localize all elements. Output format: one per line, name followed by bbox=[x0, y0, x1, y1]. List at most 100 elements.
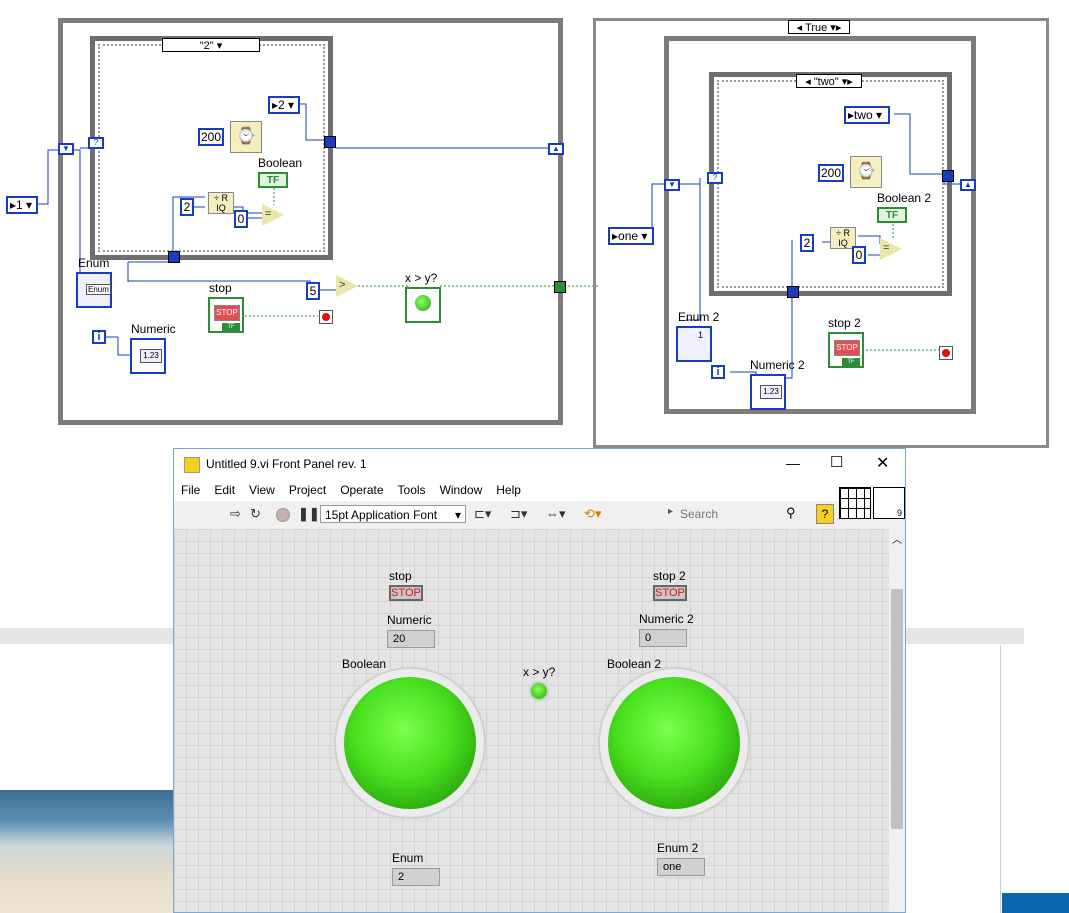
connector-pane[interactable] bbox=[839, 487, 871, 519]
zero-constant[interactable]: 0 bbox=[234, 210, 248, 228]
numeric-terminal[interactable]: 1.23 bbox=[130, 338, 166, 374]
compare-constant-value: 5 bbox=[309, 284, 317, 298]
vi-icon[interactable]: 9 bbox=[873, 487, 905, 519]
right-inner-selector-label: "two" bbox=[813, 76, 839, 88]
right-wait-function[interactable]: ⌚ bbox=[850, 156, 882, 188]
menu-tools[interactable]: Tools bbox=[398, 479, 426, 501]
search-input[interactable] bbox=[678, 505, 790, 523]
menu-help[interactable]: Help bbox=[496, 479, 521, 501]
fp-enum-label: Enum bbox=[392, 851, 424, 865]
enum-terminal-icon: Enum bbox=[86, 284, 111, 295]
while-enum-constant-value: 1 bbox=[16, 198, 23, 212]
while-enum-constant[interactable]: ▸1 ▾ bbox=[6, 196, 38, 214]
stop-terminal[interactable]: STOP TF bbox=[208, 297, 244, 333]
loop-condition-stop2[interactable] bbox=[939, 346, 953, 360]
right-outer-enum-constant[interactable]: ▸one ▾ bbox=[608, 227, 654, 245]
right-divisor-constant[interactable]: 2 bbox=[800, 234, 814, 252]
abort-icon[interactable] bbox=[276, 508, 290, 522]
quotient-remainder-function[interactable]: ÷ R IQ bbox=[208, 192, 234, 214]
loop-condition-stop[interactable] bbox=[319, 310, 333, 324]
font-select[interactable]: 15pt Application Font ▾ bbox=[320, 505, 466, 523]
search-box[interactable]: ▸ ⚲ bbox=[668, 505, 808, 523]
menu-view[interactable]: View bbox=[249, 479, 275, 501]
menu-file[interactable]: File bbox=[181, 479, 200, 501]
right-selector-terminal: ? bbox=[707, 172, 723, 184]
case-tunnel bbox=[324, 136, 336, 148]
shift-register-left: ▼ bbox=[58, 143, 74, 155]
align-objects-icon[interactable]: ⊏▾ bbox=[474, 506, 491, 522]
fp-stop-button[interactable]: STOP bbox=[389, 585, 423, 601]
case-selector-terminal: ? bbox=[88, 137, 104, 149]
numeric-terminal-label: Numeric bbox=[131, 322, 176, 336]
boolean2-terminal[interactable]: TF bbox=[877, 207, 907, 223]
fp-boolean-label: Boolean bbox=[342, 657, 387, 671]
menu-edit[interactable]: Edit bbox=[214, 479, 235, 501]
right-inner-enum-constant[interactable]: ▸two ▾ bbox=[844, 106, 890, 124]
inner-enum-constant-value: 2 bbox=[278, 98, 285, 112]
enum2-terminal[interactable]: 1 bbox=[676, 326, 712, 362]
compare-constant[interactable]: 5 bbox=[306, 282, 320, 300]
fp-enum-value: 2 bbox=[398, 871, 405, 883]
minimize-icon[interactable]: — bbox=[786, 455, 800, 471]
inner-enum-constant[interactable]: ▸2 ▾ bbox=[268, 96, 300, 114]
right-zero-constant[interactable]: 0 bbox=[852, 246, 866, 264]
equal-symbol: = bbox=[265, 208, 272, 220]
fp-stop2-label: stop 2 bbox=[653, 569, 686, 583]
run-continuously-icon[interactable]: ↻ bbox=[250, 506, 261, 522]
right-case-selector[interactable]: ◂ True ▾▸ bbox=[788, 20, 850, 34]
fp-enum2-label: Enum 2 bbox=[657, 841, 699, 855]
maximize-icon[interactable]: ☐ bbox=[830, 453, 843, 471]
title-bar[interactable]: Untitled 9.vi Front Panel rev. 1 — ☐ ✕ bbox=[174, 449, 905, 479]
wait-ms-constant-value: 200 bbox=[200, 130, 222, 144]
resize-objects-icon[interactable]: ⇔▾ bbox=[546, 506, 566, 522]
shift-register-right: ▲ bbox=[548, 143, 564, 155]
right-wait-constant[interactable]: 200 bbox=[818, 164, 844, 182]
fp-numeric2-label: Numeric 2 bbox=[639, 612, 694, 626]
stop-terminal-label: stop bbox=[209, 281, 232, 295]
search-icon[interactable]: ⚲ bbox=[786, 505, 796, 521]
right-inner-enum-constant-value: two bbox=[854, 108, 873, 122]
fp-stop2-button[interactable]: STOP bbox=[653, 585, 687, 601]
fp-boolean-led bbox=[344, 677, 476, 809]
enum2-counter: 1 bbox=[698, 330, 704, 340]
run-arrow-icon[interactable]: ⇨ bbox=[230, 506, 241, 522]
vertical-scrollbar[interactable]: ︿ bbox=[889, 529, 905, 912]
fp-enum-indicator: 2 bbox=[392, 868, 440, 886]
labview-icon bbox=[184, 457, 200, 473]
pause-icon[interactable]: ❚❚ bbox=[298, 506, 320, 522]
xy-terminal[interactable] bbox=[405, 287, 441, 323]
numeric2-terminal[interactable]: 1.23 bbox=[750, 374, 786, 410]
close-icon[interactable]: ✕ bbox=[876, 453, 889, 473]
scrollbar-thumb[interactable] bbox=[891, 589, 903, 829]
reorder-icon[interactable]: ⟲▾ bbox=[584, 506, 601, 522]
right-wait-constant-value: 200 bbox=[820, 166, 842, 180]
fp-stop-button-text: STOP bbox=[391, 587, 421, 599]
enum-terminal[interactable]: Enum bbox=[76, 272, 112, 308]
distribute-objects-icon[interactable]: ⊐▾ bbox=[510, 506, 527, 522]
menu-project[interactable]: Project bbox=[289, 479, 326, 501]
background-blue-corner bbox=[1002, 893, 1069, 913]
boolean-terminal-label: Boolean bbox=[258, 156, 303, 170]
help-icon[interactable]: ? bbox=[816, 504, 834, 524]
right-outer-enum-constant-value: one bbox=[618, 229, 639, 243]
stop2-terminal[interactable]: STOP TF bbox=[828, 332, 864, 368]
search-caret: ▸ bbox=[668, 506, 674, 517]
front-panel-canvas[interactable]: stop STOP Numeric 20 Boolean x > y? Enum… bbox=[174, 529, 889, 912]
boolean2-terminal-label: Boolean 2 bbox=[877, 191, 932, 205]
wait-ms-function[interactable]: ⌚ bbox=[230, 121, 262, 153]
left-case-selector[interactable]: "2" ▾ bbox=[162, 38, 260, 52]
right-iteration-terminal: i bbox=[711, 365, 725, 379]
divisor-constant[interactable]: 2 bbox=[180, 198, 194, 216]
output-tunnel bbox=[554, 281, 566, 293]
window-title: Untitled 9.vi Front Panel rev. 1 bbox=[206, 457, 367, 471]
right-inner-selector[interactable]: ◂ "two" ▾▸ bbox=[796, 74, 862, 88]
front-panel-window[interactable]: Untitled 9.vi Front Panel rev. 1 — ☐ ✕ F… bbox=[173, 448, 906, 913]
enum-terminal-label: Enum bbox=[78, 256, 110, 270]
clock-icon: ⌚ bbox=[236, 128, 256, 145]
menu-window[interactable]: Window bbox=[440, 479, 483, 501]
menu-operate[interactable]: Operate bbox=[340, 479, 383, 501]
boolean-terminal[interactable]: TF bbox=[258, 172, 288, 188]
fp-enum2-value: one bbox=[663, 861, 682, 873]
scroll-up-icon[interactable]: ︿ bbox=[892, 531, 902, 546]
wait-ms-constant[interactable]: 200 bbox=[198, 128, 224, 146]
